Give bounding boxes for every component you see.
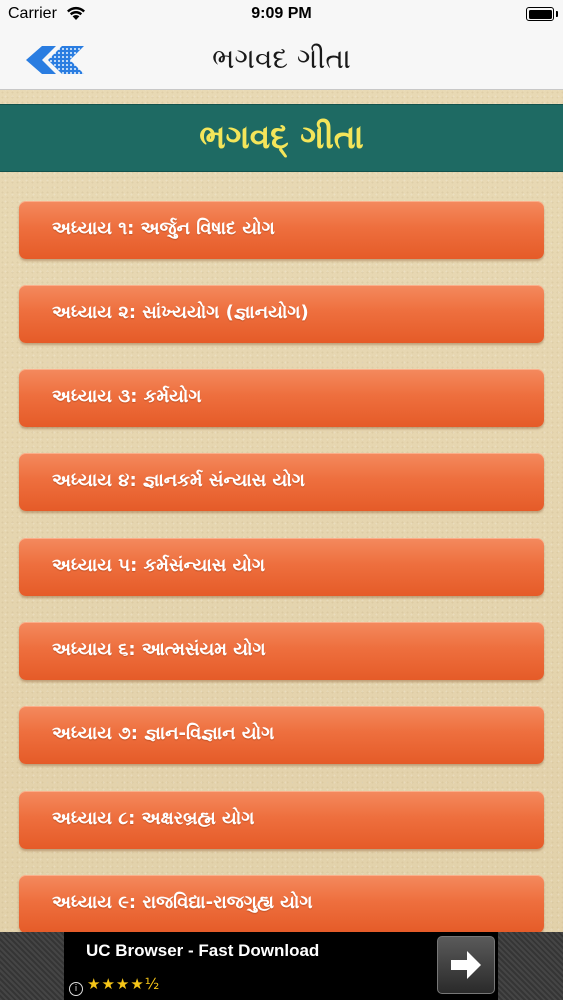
status-time: 9:09 PM	[251, 5, 312, 22]
chapter-label: અધ્યાય ૧: અર્જુન વિષાદ યોગ	[52, 218, 275, 239]
ad-open-button[interactable]	[437, 936, 495, 994]
chapter-label: અધ્યાય ૭: જ્ઞાન-વિજ્ઞાન યોગ	[52, 723, 275, 744]
chapter-label: અધ્યાય ૮: અક્ષરબ્રહ્મ યોગ	[52, 808, 255, 829]
chapter-label: અધ્યાય ૨: સાંખ્યયોગ (જ્ઞાનયોગ)	[52, 302, 309, 323]
chapter-button-6[interactable]: અધ્યાય ૬: આત્મસંયમ યોગ	[19, 622, 544, 680]
chapter-button-7[interactable]: અધ્યાય ૭: જ્ઞાન-વિજ્ઞાન યોગ	[19, 706, 544, 764]
chapter-button-8[interactable]: અધ્યાય ૮: અક્ષરબ્રહ્મ યોગ	[19, 791, 544, 849]
chapter-button-9[interactable]: અધ્યાય ૯: રાજવિદ્યા-રાજગુહ્ય યોગ	[19, 875, 544, 932]
chapter-label: અધ્યાય ૪: જ્ઞાનકર્મ સંન્યાસ યોગ	[52, 470, 305, 491]
chapter-button-2[interactable]: અધ્યાય ૨: સાંખ્યયોગ (જ્ઞાનયોગ)	[19, 285, 544, 343]
navigation-bar: ભગવદ ગીતા	[0, 30, 563, 90]
ad-banner: UC Browser - Fast Download i ★★★★½	[0, 932, 563, 1000]
chapter-list-screen: ભગવદ્ ગીતા અધ્યાય ૧: અર્જુન વિષાદ યોગ અધ…	[0, 90, 563, 932]
nav-title: ભગવદ ગીતા	[212, 42, 351, 75]
chapter-button-5[interactable]: અધ્યાય ૫: કર્મસંન્યાસ યોગ	[19, 538, 544, 596]
chapter-button-4[interactable]: અધ્યાય ૪: જ્ઞાનકર્મ સંન્યાસ યોગ	[19, 453, 544, 511]
chapter-label: અધ્યાય ૯: રાજવિદ્યા-રાજગુહ્ય યોગ	[52, 892, 313, 913]
chapter-label: અધ્યાય ૩: કર્મયોગ	[52, 386, 202, 407]
chapter-label: અધ્યાય ૫: કર્મસંન્યાસ યોગ	[52, 555, 265, 576]
header-banner: ભગવદ્ ગીતા	[0, 104, 563, 172]
ad-info-icon[interactable]: i	[69, 982, 83, 996]
arrow-right-icon	[451, 951, 481, 979]
chapter-button-3[interactable]: અધ્યાય ૩: કર્મયોગ	[19, 369, 544, 427]
chapter-label: અધ્યાય ૬: આત્મસંયમ યોગ	[52, 639, 266, 660]
ad-rating-stars: ★★★★½	[87, 975, 161, 993]
battery-icon	[526, 7, 558, 21]
status-bar: Carrier 9:09 PM	[0, 0, 563, 30]
ad-content[interactable]: UC Browser - Fast Download i ★★★★½	[64, 932, 498, 1000]
banner-title: ભગવદ્ ગીતા	[199, 117, 364, 156]
chapter-button-1[interactable]: અધ્યાય ૧: અર્જુન વિષાદ યોગ	[19, 201, 544, 259]
ad-title: UC Browser - Fast Download	[86, 941, 320, 960]
